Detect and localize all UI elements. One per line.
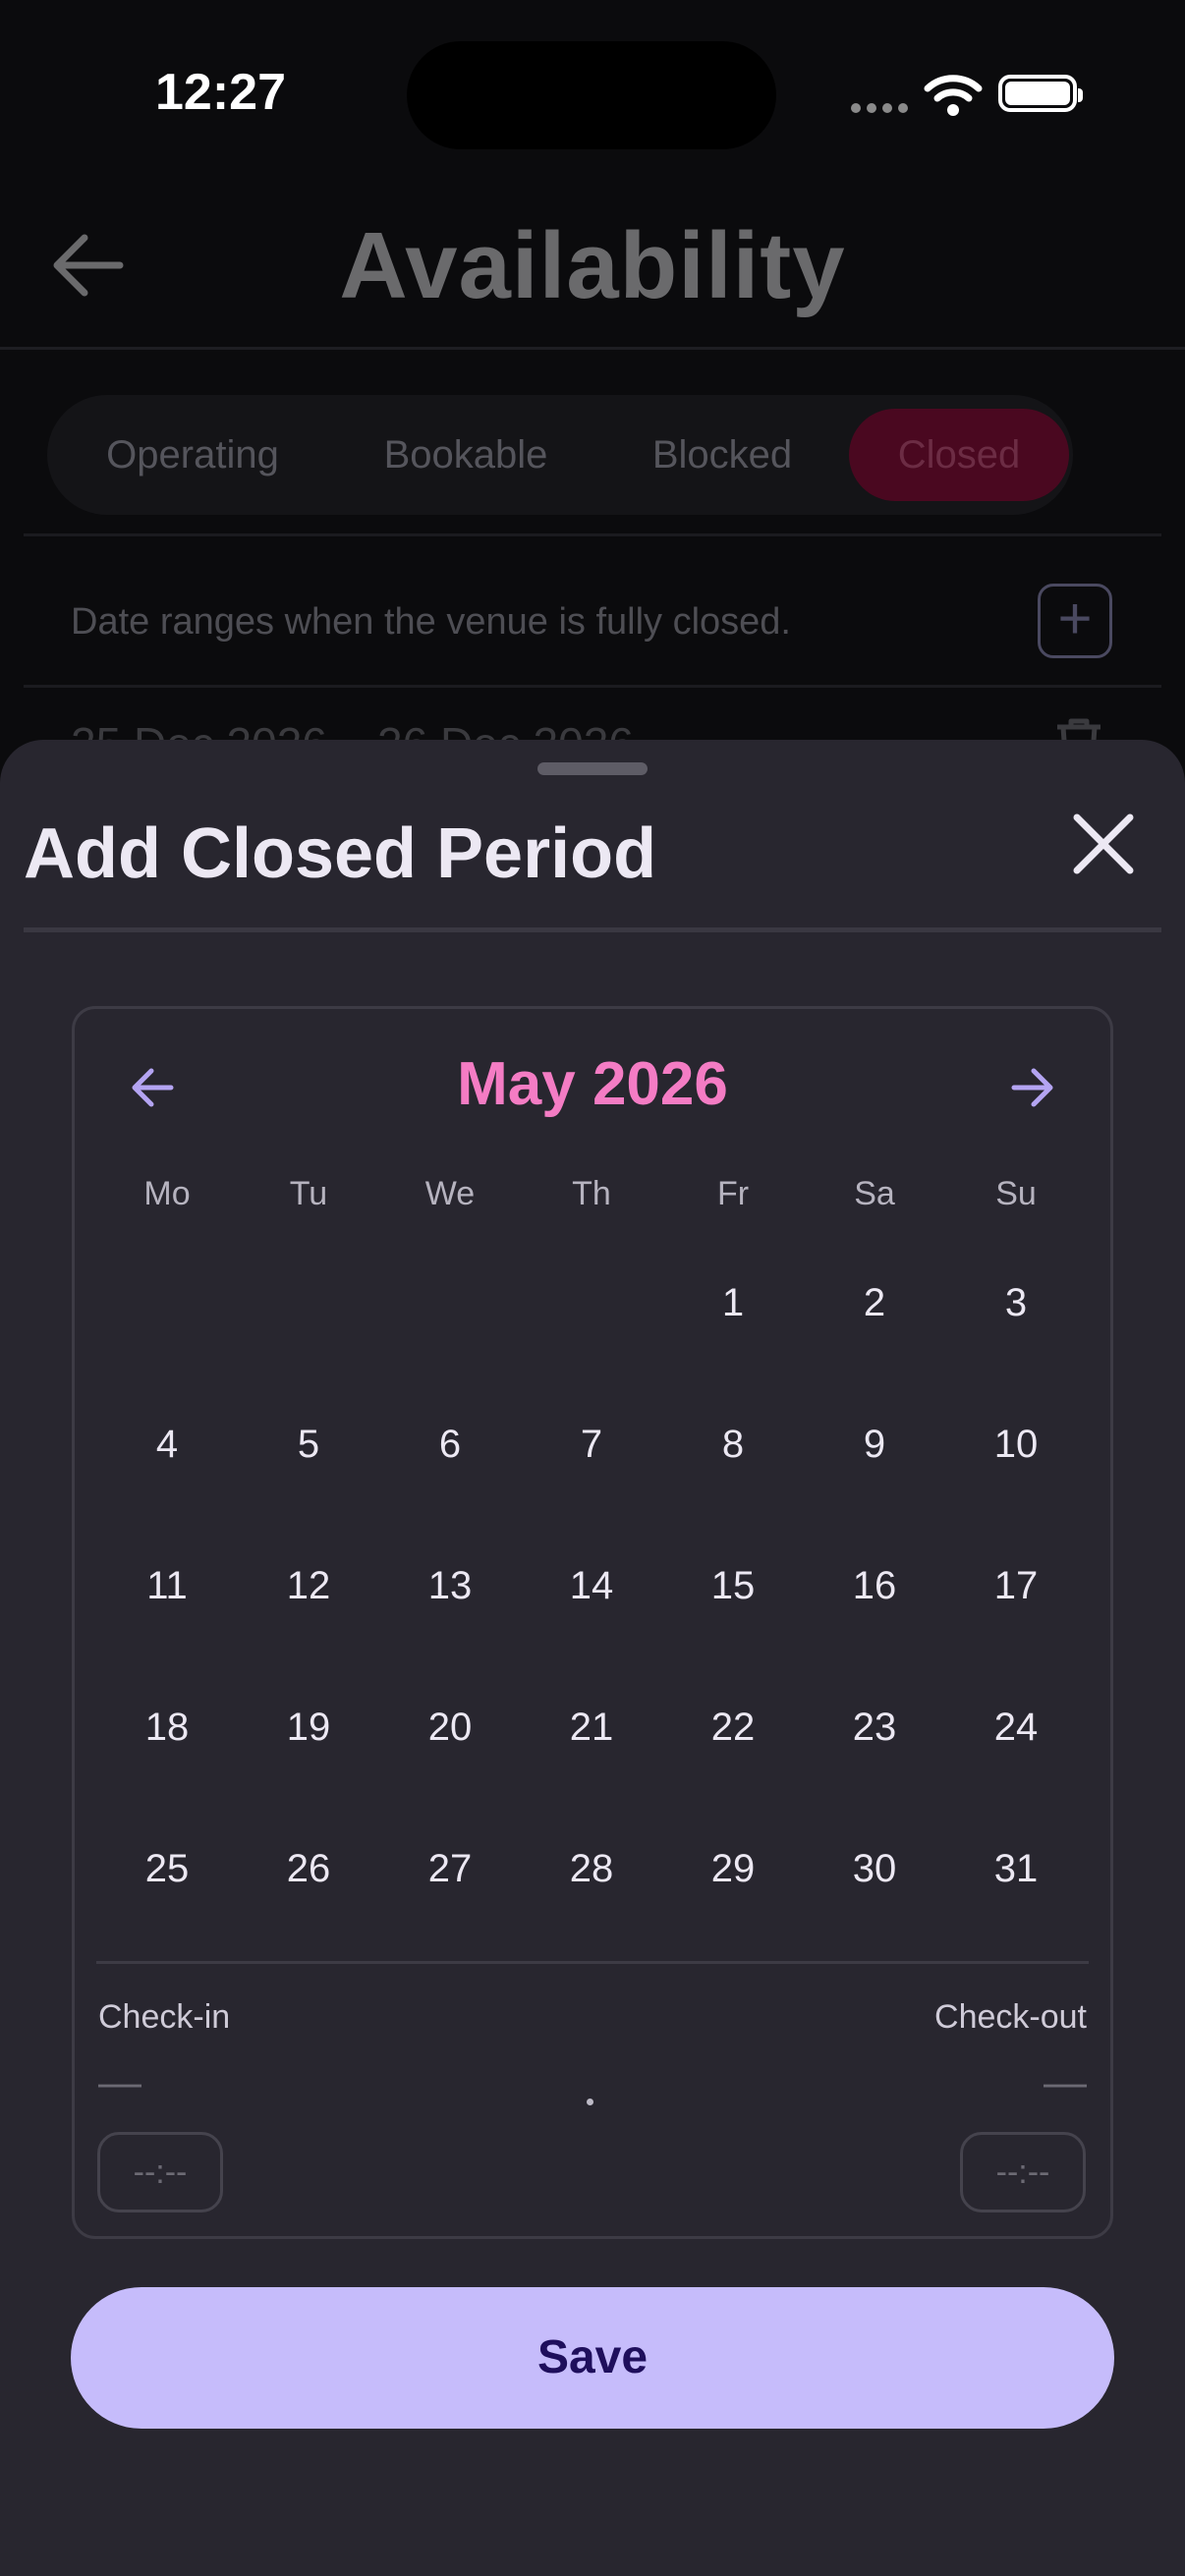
calendar-day[interactable]: 20 (401, 1706, 499, 1750)
weekday-label: Th (572, 1175, 611, 1212)
calendar-day[interactable]: 15 (684, 1564, 782, 1608)
weekday-label: Mo (143, 1175, 191, 1212)
calendar-day[interactable]: 2 (825, 1281, 924, 1325)
weekday-label: Tu (289, 1175, 328, 1212)
check-out-time-input[interactable]: --:-- (960, 2132, 1086, 2212)
check-in-value: — (98, 2058, 141, 2106)
calendar-day[interactable]: 24 (967, 1706, 1065, 1750)
tab-blocked[interactable]: Blocked (629, 409, 816, 501)
weekday-label: Fr (716, 1175, 750, 1212)
calendar-day[interactable]: 23 (825, 1706, 924, 1750)
battery-icon (998, 75, 1083, 112)
save-button[interactable]: Save (71, 2287, 1114, 2429)
calendar-day[interactable]: 14 (542, 1564, 641, 1608)
sheet-grabber[interactable] (537, 762, 648, 775)
calendar-day[interactable]: 7 (542, 1423, 641, 1467)
range-separator-dot (587, 2099, 593, 2105)
check-out-label: Check-out (934, 1998, 1087, 2036)
calendar-day[interactable]: 11 (118, 1564, 216, 1608)
weekday-label: We (424, 1175, 476, 1212)
header-divider (0, 347, 1185, 350)
check-in-time-input[interactable]: --:-- (97, 2132, 223, 2212)
calendar-day[interactable]: 22 (684, 1706, 782, 1750)
list-divider (24, 685, 1161, 688)
calendar-day[interactable]: 19 (259, 1706, 358, 1750)
calendar-day[interactable]: 25 (118, 1847, 216, 1891)
calendar-day[interactable]: 5 (259, 1423, 358, 1467)
sheet-divider (24, 927, 1161, 932)
tab-closed[interactable]: Closed (849, 409, 1069, 501)
wifi-icon (924, 75, 983, 116)
check-out-value: — (1044, 2058, 1087, 2106)
add-closed-period-button[interactable]: + (1038, 584, 1112, 658)
calendar-day[interactable]: 21 (542, 1706, 641, 1750)
calendar-day[interactable]: 10 (967, 1423, 1065, 1467)
tabs-divider (24, 533, 1161, 536)
status-time: 12:27 (155, 64, 286, 121)
calendar-day[interactable]: 13 (401, 1564, 499, 1608)
tab-bookable[interactable]: Bookable (358, 409, 574, 501)
calendar-day[interactable]: 6 (401, 1423, 499, 1467)
calendar-day[interactable]: 8 (684, 1423, 782, 1467)
plus-icon: + (1057, 586, 1093, 651)
calendar-day[interactable]: 29 (684, 1847, 782, 1891)
calendar-day[interactable]: 4 (118, 1423, 216, 1467)
calendar-day[interactable]: 17 (967, 1564, 1065, 1608)
page-title: Availability (339, 213, 846, 318)
dynamic-island (407, 41, 776, 149)
calendar-day[interactable]: 28 (542, 1847, 641, 1891)
calendar-day[interactable]: 18 (118, 1706, 216, 1750)
weekday-label: Su (995, 1175, 1037, 1212)
calendar-day[interactable]: 3 (967, 1281, 1065, 1325)
weekday-label: Sa (854, 1175, 895, 1212)
calendar-day[interactable]: 12 (259, 1564, 358, 1608)
signal-icon (851, 103, 908, 113)
calendar-day[interactable]: 1 (684, 1281, 782, 1325)
tab-operating[interactable]: Operating (83, 409, 303, 501)
month-label: May 2026 (457, 1050, 728, 1118)
calendar-day[interactable]: 30 (825, 1847, 924, 1891)
check-in-label: Check-in (98, 1998, 231, 2036)
sheet-title: Add Closed Period (24, 814, 657, 893)
calendar-day[interactable]: 26 (259, 1847, 358, 1891)
calendar-day[interactable]: 27 (401, 1847, 499, 1891)
calendar-day[interactable]: 16 (825, 1564, 924, 1608)
close-icon[interactable] (1071, 812, 1136, 876)
calendar-day[interactable]: 9 (825, 1423, 924, 1467)
calendar-day[interactable]: 31 (967, 1847, 1065, 1891)
next-month-arrow-icon[interactable] (1010, 1063, 1055, 1112)
closed-description: Date ranges when the venue is fully clos… (71, 601, 791, 643)
calendar-divider (96, 1961, 1089, 1964)
